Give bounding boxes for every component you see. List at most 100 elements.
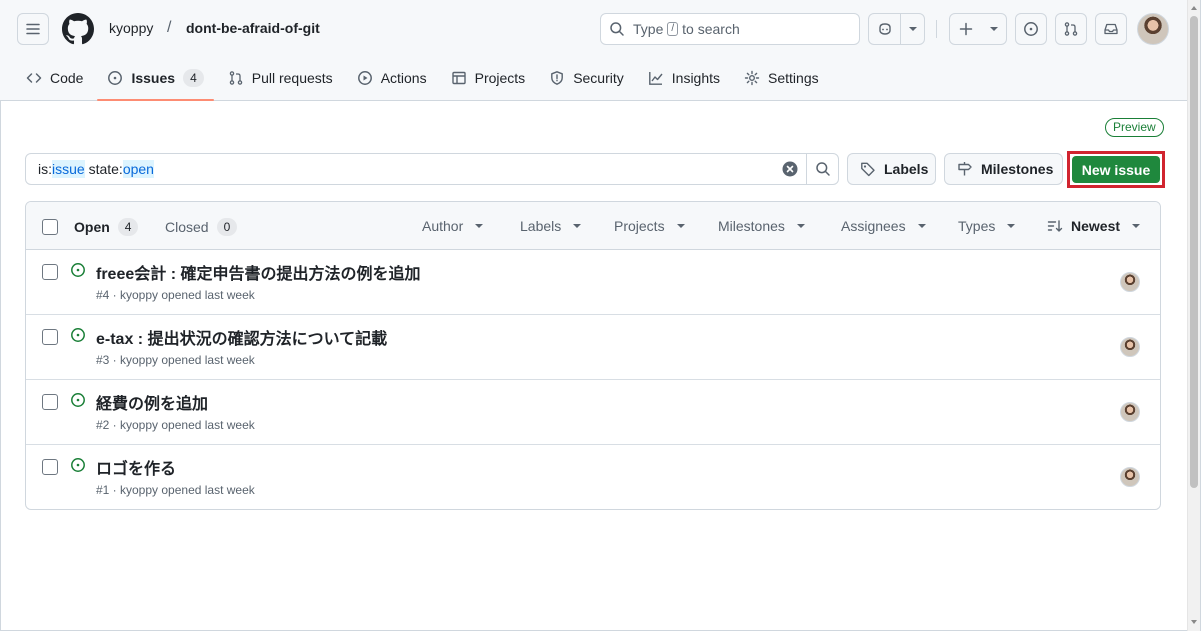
- closed-count-badge: 0: [216, 218, 238, 236]
- assignee-avatar[interactable]: [1120, 272, 1140, 292]
- tab-insights[interactable]: Insights: [638, 62, 730, 94]
- inbox-button[interactable]: [1095, 13, 1127, 45]
- pull-requests-shortcut-button[interactable]: [1055, 13, 1087, 45]
- chevron-down-icon: [796, 224, 805, 228]
- issue-checkbox[interactable]: [42, 264, 58, 280]
- github-logo-icon[interactable]: [62, 13, 94, 45]
- scroll-up-arrow-icon[interactable]: [1191, 6, 1197, 10]
- issue-title[interactable]: 経費の例を追加: [96, 390, 208, 414]
- create-new-button[interactable]: [949, 13, 1007, 45]
- tag-icon: [860, 161, 876, 177]
- copilot-dropdown-button[interactable]: [901, 14, 924, 44]
- breadcrumb-owner[interactable]: kyoppy: [109, 20, 153, 36]
- sort-dropdown[interactable]: Newest: [1047, 218, 1141, 234]
- issue-title[interactable]: ロゴを作る: [96, 455, 176, 479]
- tab-issues[interactable]: Issues 4: [97, 62, 215, 101]
- clear-filter-button[interactable]: [774, 154, 806, 184]
- new-issue-button[interactable]: New issue: [1072, 156, 1160, 183]
- tab-security[interactable]: Security: [539, 62, 634, 94]
- scroll-down-arrow-icon[interactable]: [1191, 620, 1197, 624]
- filter-state-key: state:: [88, 161, 123, 177]
- milestones-button[interactable]: Milestones: [944, 153, 1063, 185]
- code-icon: [26, 70, 42, 86]
- closed-label: Closed: [165, 219, 209, 235]
- tab-projects[interactable]: Projects: [441, 62, 536, 94]
- author-filter-dropdown[interactable]: Author: [422, 218, 484, 234]
- issue-meta: #3 · kyoppy opened last week: [96, 353, 255, 367]
- gear-icon: [744, 70, 760, 86]
- tab-pull-requests[interactable]: Pull requests: [218, 62, 343, 94]
- filter-search-button[interactable]: [806, 154, 838, 184]
- issues-shortcut-button[interactable]: [1015, 13, 1047, 45]
- open-count-badge: 4: [117, 218, 139, 236]
- types-filter-dropdown[interactable]: Types: [958, 218, 1016, 234]
- issues-filter-input[interactable]: is:issue state:open: [25, 153, 839, 185]
- filter-is-value: issue: [52, 160, 85, 178]
- chevron-down-icon: [573, 224, 582, 228]
- tab-actions[interactable]: Actions: [347, 62, 437, 94]
- issue-title[interactable]: freee会計 : 確定申告書の提出方法の例を追加: [96, 260, 420, 284]
- app-header: kyoppy / dont-be-afraid-of-git Type / to…: [0, 0, 1187, 101]
- projects-filter-label: Projects: [614, 218, 665, 234]
- tab-insights-label: Insights: [671, 70, 721, 86]
- new-issue-highlight: New issue: [1067, 151, 1165, 188]
- filter-is-key: is:: [38, 161, 52, 177]
- hamburger-icon: [26, 23, 40, 35]
- assignees-filter-dropdown[interactable]: Assignees: [841, 218, 926, 234]
- issue-row[interactable]: ロゴを作る #1 · kyoppy opened last week: [26, 445, 1160, 509]
- issue-checkbox[interactable]: [42, 394, 58, 410]
- issue-checkbox[interactable]: [42, 329, 58, 345]
- scrollbar-thumb[interactable]: [1190, 16, 1198, 488]
- select-all-checkbox[interactable]: [42, 219, 58, 235]
- global-search-input[interactable]: Type / to search: [600, 13, 860, 45]
- tab-settings[interactable]: Settings: [734, 62, 829, 94]
- issue-row[interactable]: e-tax : 提出状況の確認方法について記載 #3 · kyoppy open…: [26, 315, 1160, 380]
- issue-meta: #1 · kyoppy opened last week: [96, 483, 255, 497]
- issue-opened-icon: [71, 393, 85, 407]
- issue-checkbox[interactable]: [42, 459, 58, 475]
- issues-count-badge: 4: [183, 69, 204, 87]
- preview-badge[interactable]: Preview: [1105, 118, 1164, 137]
- issue-title[interactable]: e-tax : 提出状況の確認方法について記載: [96, 325, 387, 349]
- copilot-button[interactable]: [869, 14, 901, 44]
- tab-open-issues[interactable]: Open 4: [74, 218, 139, 236]
- chevron-down-icon: [917, 224, 926, 228]
- assignees-filter-label: Assignees: [841, 218, 906, 234]
- issue-meta: #2 · kyoppy opened last week: [96, 418, 255, 432]
- milestones-filter-dropdown[interactable]: Milestones: [718, 218, 805, 234]
- git-pull-request-icon: [228, 70, 244, 86]
- breadcrumb-repo[interactable]: dont-be-afraid-of-git: [186, 20, 320, 36]
- issue-row[interactable]: freee会計 : 確定申告書の提出方法の例を追加 #4 · kyoppy op…: [26, 250, 1160, 315]
- tab-issues-label: Issues: [131, 70, 176, 86]
- issue-opened-icon: [1024, 22, 1038, 36]
- issue-opened-icon: [71, 328, 85, 342]
- table-icon: [451, 70, 467, 86]
- issue-meta: #4 · kyoppy opened last week: [96, 288, 255, 302]
- labels-filter-dropdown[interactable]: Labels: [520, 218, 582, 234]
- chevron-down-icon: [908, 27, 917, 31]
- tab-projects-label: Projects: [474, 70, 526, 86]
- user-avatar[interactable]: [1137, 13, 1169, 45]
- assignee-avatar[interactable]: [1120, 467, 1140, 487]
- menu-button[interactable]: [17, 13, 49, 45]
- author-filter-label: Author: [422, 218, 464, 234]
- projects-filter-dropdown[interactable]: Projects: [614, 218, 685, 234]
- assignee-avatar[interactable]: [1120, 337, 1140, 357]
- copilot-icon: [878, 23, 891, 35]
- search-placeholder-suffix: to search: [682, 21, 740, 37]
- assignee-avatar[interactable]: [1120, 402, 1140, 422]
- chevron-down-icon: [1007, 224, 1016, 228]
- tab-closed-issues[interactable]: Closed 0: [165, 218, 238, 236]
- labels-button[interactable]: Labels: [847, 153, 936, 185]
- filter-query[interactable]: is:issue state:open: [26, 160, 774, 178]
- tab-code[interactable]: Code: [16, 62, 93, 94]
- page-scrollbar[interactable]: [1187, 0, 1200, 631]
- sort-label: Newest: [1071, 218, 1121, 234]
- chevron-down-icon: [1132, 224, 1141, 228]
- search-placeholder-prefix: Type: [633, 21, 664, 37]
- chevron-down-icon: [676, 224, 685, 228]
- repo-nav: Code Issues 4 Pull requests Actions Proj…: [16, 62, 833, 101]
- issue-row[interactable]: 経費の例を追加 #2 · kyoppy opened last week: [26, 380, 1160, 445]
- inbox-icon: [1104, 23, 1118, 35]
- tab-security-label: Security: [573, 70, 624, 86]
